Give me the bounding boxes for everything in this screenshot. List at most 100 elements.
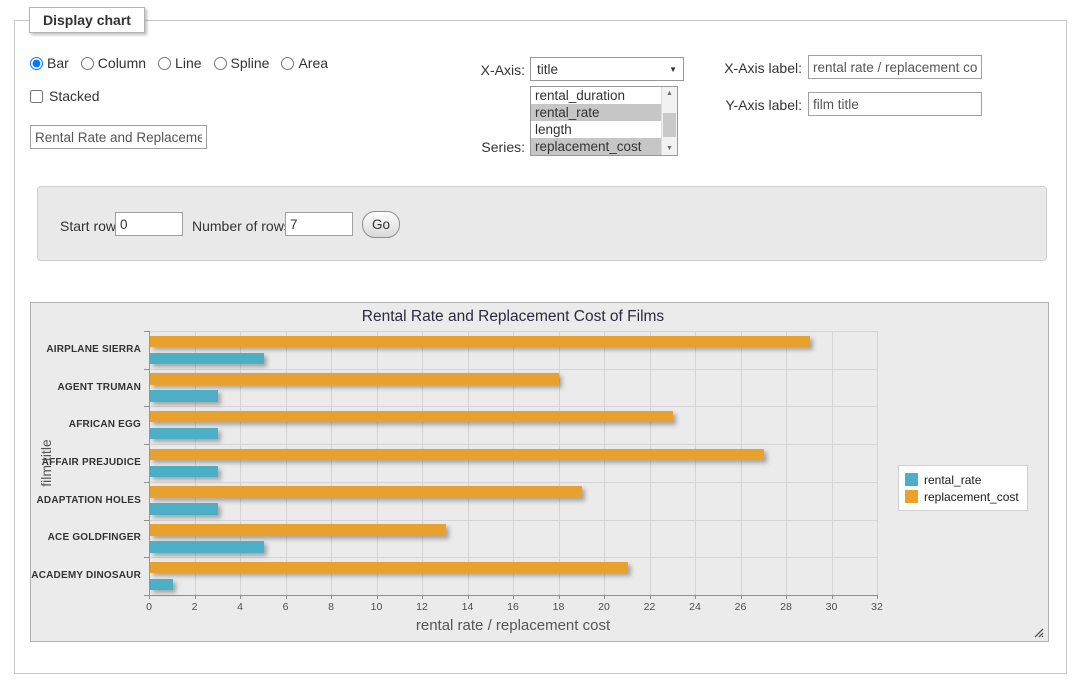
chart-type-radio-column[interactable]	[81, 57, 94, 70]
gridline	[604, 331, 605, 595]
chart-type-radio-line[interactable]	[158, 57, 171, 70]
category-label: AGENT TRUMAN	[57, 382, 141, 393]
x-axis-line	[149, 595, 878, 596]
x-axis-label-input[interactable]	[808, 55, 982, 79]
y-axis-line	[149, 331, 150, 595]
series-option-length[interactable]: length	[531, 121, 662, 138]
x-tick-label: 20	[598, 601, 610, 613]
num-rows-input[interactable]	[285, 212, 353, 236]
bar-replacement_cost	[150, 562, 628, 574]
x-tick-label: 30	[826, 601, 838, 613]
gridline	[695, 331, 696, 595]
chart-type-option-spline[interactable]: Spline	[214, 55, 270, 71]
x-axis-select[interactable]: title ▼	[530, 57, 684, 81]
scrollbar-thumb[interactable]	[663, 113, 676, 137]
legend-item-replacement_cost: replacement_cost	[905, 488, 1019, 505]
series-option-replacement_cost[interactable]: replacement_cost	[531, 138, 662, 155]
x-axis-label-label: X-Axis label:	[708, 60, 802, 76]
chart-type-radio-spline[interactable]	[214, 57, 227, 70]
series-multiselect[interactable]: rental_durationrental_ratelengthreplacem…	[530, 86, 678, 156]
x-tick-label: 16	[507, 601, 519, 613]
gridline	[149, 520, 877, 521]
legend-label: rental_rate	[924, 473, 981, 487]
x-tick-label: 4	[237, 601, 243, 613]
x-tick-label: 14	[462, 601, 474, 613]
x-tick-label: 0	[146, 601, 152, 613]
series-scrollbar[interactable]: ▲ ▼	[661, 87, 677, 155]
start-row-label: Start row:	[60, 218, 120, 234]
chart-type-label: Column	[98, 55, 146, 71]
y-axis-title: film title	[38, 331, 54, 595]
chart-type-radio-area[interactable]	[281, 57, 294, 70]
x-tick-label: 12	[416, 601, 428, 613]
gridline	[149, 482, 877, 483]
gridline	[468, 331, 469, 595]
series-option-rental_duration[interactable]: rental_duration	[531, 87, 662, 104]
legend-item-rental_rate: rental_rate	[905, 471, 1019, 488]
chart-title: Rental Rate and Replacement Cost of Film…	[149, 308, 877, 326]
category-label: AFFAIR PREJUDICE	[42, 457, 141, 468]
y-axis-label-input[interactable]	[808, 92, 982, 116]
bar-rental_rate	[150, 390, 218, 402]
x-tick-label: 2	[192, 601, 198, 613]
stacked-checkbox[interactable]	[30, 90, 43, 103]
chart-type-radio-bar[interactable]	[30, 57, 43, 70]
resize-grip-icon[interactable]	[1033, 627, 1044, 638]
gridline	[559, 331, 560, 595]
chart-type-radio-group: Bar Column Line Spline Area	[30, 55, 328, 71]
category-label: AIRPLANE SIERRA	[46, 344, 141, 355]
x-tick-label: 26	[735, 601, 747, 613]
x-tick-label: 10	[371, 601, 383, 613]
page: Display chart Bar Column Line Spline Area St…	[0, 0, 1081, 681]
stacked-row: Stacked	[30, 88, 100, 104]
gridline	[786, 331, 787, 595]
bar-replacement_cost	[150, 449, 764, 461]
series-options: rental_durationrental_ratelengthreplacem…	[531, 87, 662, 155]
chart-type-option-line[interactable]: Line	[158, 55, 201, 71]
chart-type-label: Area	[298, 55, 328, 71]
chart-title-input[interactable]	[30, 125, 207, 149]
scroll-down-icon[interactable]: ▼	[662, 142, 677, 155]
series-option-rental_rate[interactable]: rental_rate	[531, 104, 662, 121]
x-tick-label: 22	[644, 601, 656, 613]
gridline	[149, 331, 877, 332]
scroll-up-icon[interactable]: ▲	[662, 87, 677, 100]
go-button[interactable]: Go	[362, 211, 400, 238]
chevron-down-icon: ▼	[669, 65, 677, 74]
x-tick-label: 6	[283, 601, 289, 613]
x-tick-label: 24	[689, 601, 701, 613]
gridline	[513, 331, 514, 595]
bar-replacement_cost	[150, 524, 446, 536]
chart-type-option-bar[interactable]: Bar	[30, 55, 69, 71]
gridline	[149, 557, 877, 558]
series-select-label: Series:	[450, 139, 525, 155]
chart-type-label: Spline	[231, 55, 270, 71]
bar-rental_rate	[150, 466, 218, 478]
category-label: ACE GOLDFINGER	[48, 532, 141, 543]
chart-type-label: Line	[175, 55, 201, 71]
gridline	[149, 406, 877, 407]
chart-type-option-column[interactable]: Column	[81, 55, 146, 71]
gridline	[331, 331, 332, 595]
bar-replacement_cost	[150, 486, 582, 498]
gridline	[240, 331, 241, 595]
x-tick-label: 8	[328, 601, 334, 613]
gridline	[877, 331, 878, 595]
bar-rental_rate	[150, 428, 218, 440]
legend-swatch	[905, 490, 918, 503]
legend-label: replacement_cost	[924, 490, 1019, 504]
category-label: AFRICAN EGG	[69, 419, 141, 430]
chart-type-label: Bar	[47, 55, 69, 71]
chart-type-option-area[interactable]: Area	[281, 55, 328, 71]
x-axis-selected-value: title	[537, 62, 558, 77]
fieldset-legend: Display chart	[29, 7, 145, 33]
bar-rental_rate	[150, 579, 173, 591]
gridline	[422, 331, 423, 595]
start-row-input[interactable]	[115, 212, 183, 236]
gridline	[832, 331, 833, 595]
gridline	[149, 369, 877, 370]
bar-rental_rate	[150, 353, 264, 365]
gridline	[741, 331, 742, 595]
row-controls-panel	[37, 186, 1047, 261]
chart-legend: rental_rate replacement_cost	[898, 465, 1028, 511]
